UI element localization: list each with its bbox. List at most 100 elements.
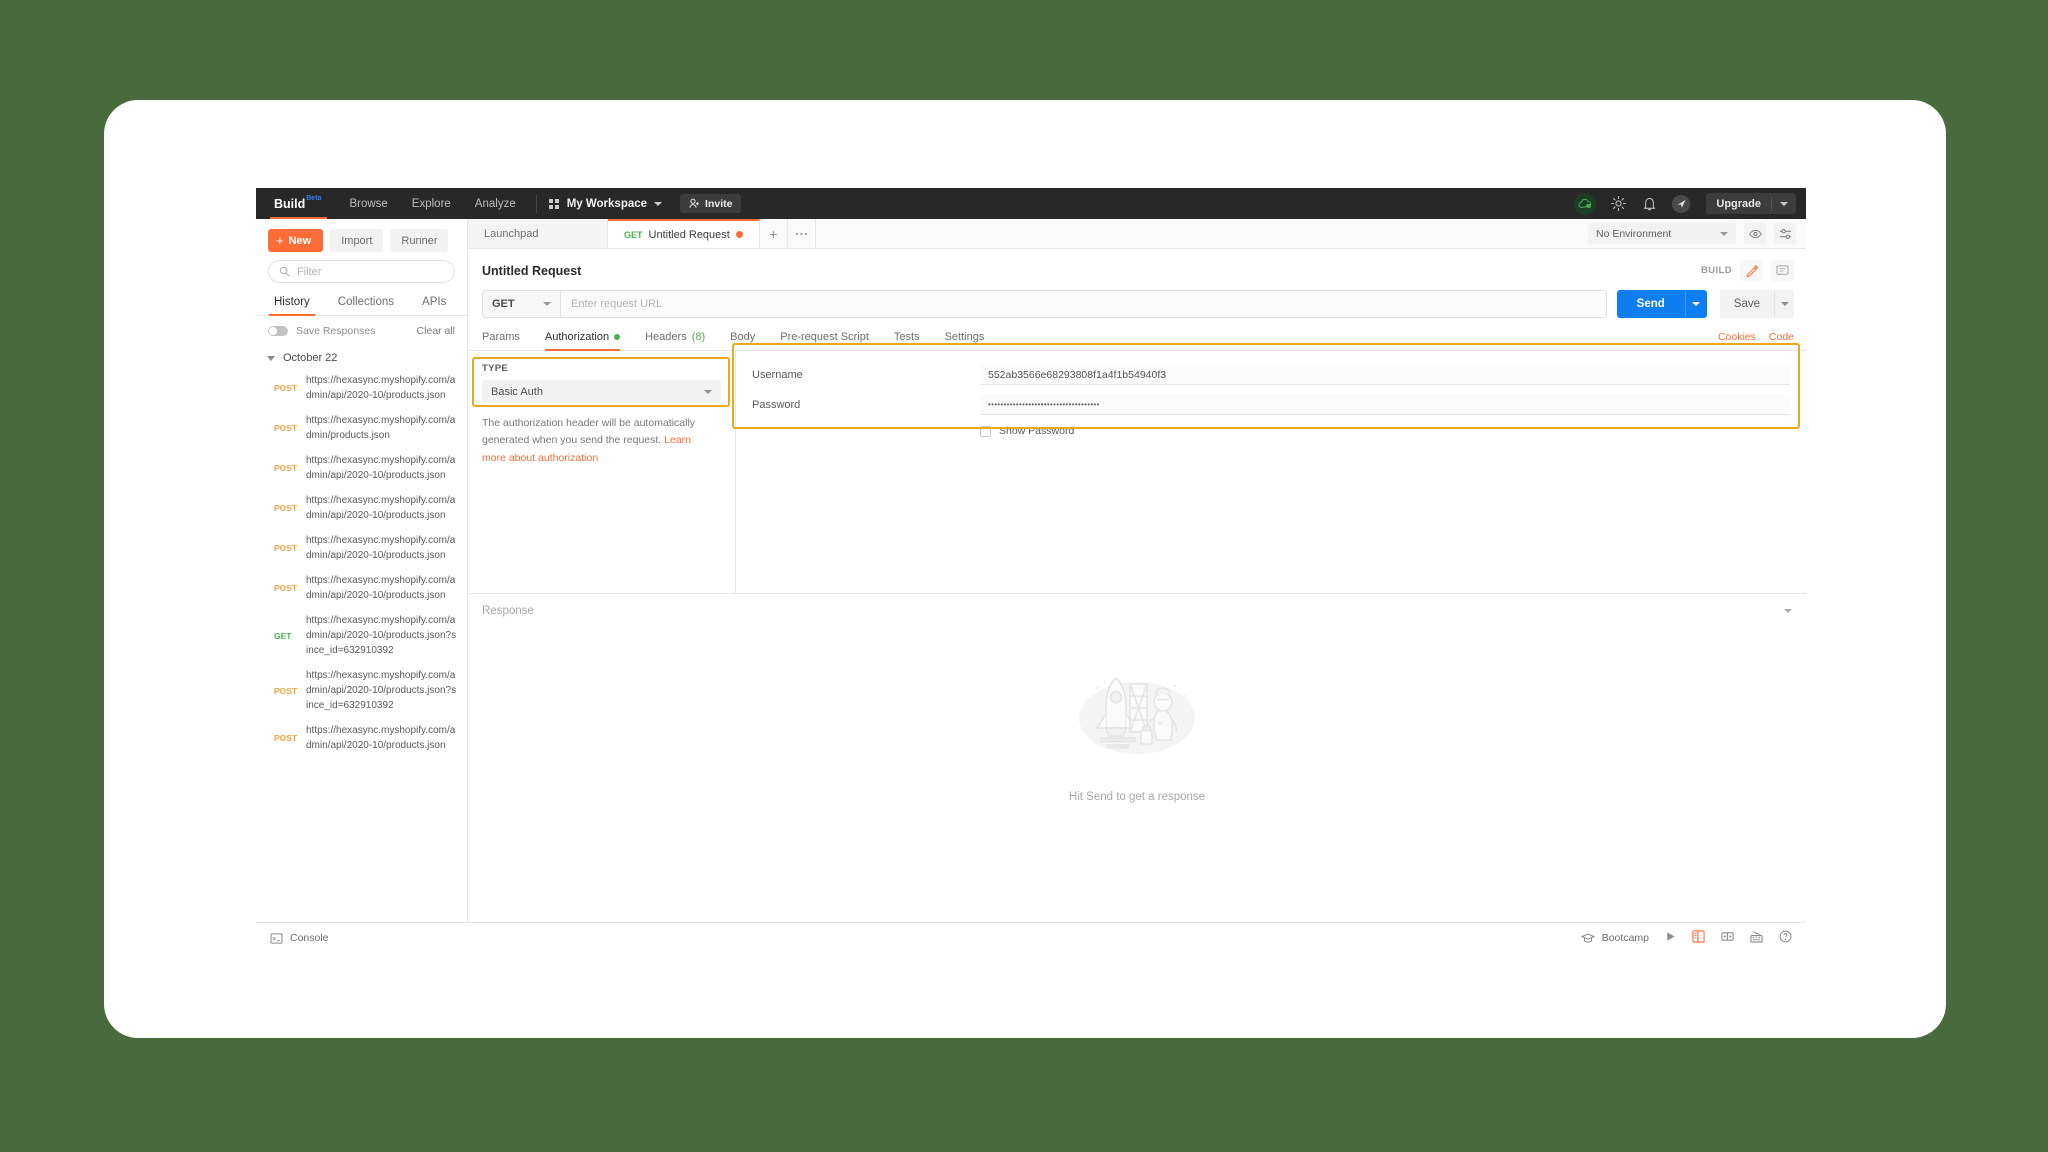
avatar[interactable] xyxy=(1672,194,1691,213)
list-item[interactable]: POST https://hexasync.myshopify.com/admi… xyxy=(256,528,467,568)
list-item[interactable]: POST https://hexasync.myshopify.com/admi… xyxy=(256,408,467,448)
tab-pre-request-script-label: Pre-request Script xyxy=(780,331,869,343)
upgrade-label: Upgrade xyxy=(1716,197,1761,210)
plus-icon: + xyxy=(276,233,284,248)
status-bar-right-group: Bootcamp xyxy=(1580,930,1792,946)
history-method: POST xyxy=(274,503,298,513)
password-field[interactable]: •••••••••••••••••••••••••••••••••••• xyxy=(980,395,1790,415)
save-responses-toggle[interactable] xyxy=(268,326,288,336)
cloud-sync-icon[interactable] xyxy=(1574,192,1597,215)
history-method: POST xyxy=(274,383,298,393)
invite-label: Invite xyxy=(705,197,733,210)
bell-icon[interactable] xyxy=(1641,195,1658,212)
tab-headers-count: (8) xyxy=(691,331,706,343)
console-button[interactable]: Console xyxy=(270,932,329,944)
help-icon xyxy=(1779,930,1792,943)
build-label: BUILD xyxy=(1700,265,1732,276)
new-label: New xyxy=(288,234,312,247)
help-button[interactable] xyxy=(1779,930,1792,946)
username-field[interactable]: 552ab3566e68293808f1a4f1b54940f3 xyxy=(980,365,1790,385)
request-url-input[interactable]: Enter request URL xyxy=(560,290,1607,318)
filter-placeholder: Filter xyxy=(297,265,322,278)
run-icon xyxy=(1667,932,1675,941)
two-pane-layout-button[interactable] xyxy=(1692,930,1705,946)
edit-request-button[interactable] xyxy=(1740,260,1763,281)
pencil-icon xyxy=(1746,264,1758,277)
code-link[interactable]: Code xyxy=(1769,331,1794,343)
list-item[interactable]: POST https://hexasync.myshopify.com/admi… xyxy=(256,663,467,718)
tab-params-label: Params xyxy=(482,331,520,343)
runner-button[interactable]: Runner xyxy=(390,229,449,252)
tab-body[interactable]: Body xyxy=(730,331,755,350)
send-options-button[interactable] xyxy=(1684,290,1707,318)
history-date-group[interactable]: October 22 xyxy=(256,346,467,368)
save-responses-label: Save Responses xyxy=(296,325,376,337)
graduation-cap-icon xyxy=(1580,933,1595,943)
tab-pre-request-script[interactable]: Pre-request Script xyxy=(780,331,869,350)
environment-quick-look-button[interactable] xyxy=(1744,223,1766,244)
send-button[interactable]: Send xyxy=(1616,290,1685,318)
upgrade-button[interactable]: Upgrade xyxy=(1706,193,1796,214)
history-method: POST xyxy=(274,543,298,553)
chevron-down-icon[interactable] xyxy=(1780,201,1788,206)
save-responses-row: Save Responses Clear all xyxy=(256,316,467,346)
run-button[interactable] xyxy=(1665,931,1676,945)
new-button[interactable]: + New xyxy=(268,229,324,252)
list-item[interactable]: POST https://hexasync.myshopify.com/admi… xyxy=(256,718,467,758)
chevron-down-icon xyxy=(704,389,712,394)
nav-item-browse[interactable]: Browse xyxy=(337,188,399,219)
list-item[interactable]: POST https://hexasync.myshopify.com/admi… xyxy=(256,448,467,488)
workspace-selector[interactable]: My Workspace xyxy=(545,198,668,210)
side-by-side-layout-button[interactable] xyxy=(1721,930,1734,946)
tab-launchpad[interactable]: Launchpad xyxy=(468,219,608,248)
import-button[interactable]: Import xyxy=(330,229,384,252)
nav-item-analyze[interactable]: Analyze xyxy=(463,188,528,219)
environment-settings-button[interactable] xyxy=(1774,223,1796,244)
nav-item-build[interactable]: Build Beta xyxy=(256,188,337,219)
send-button-group: Send xyxy=(1616,290,1707,318)
cookies-link[interactable]: Cookies xyxy=(1718,331,1756,343)
sidebar-tab-collections[interactable]: Collections xyxy=(338,296,394,315)
tab-method-badge: GET xyxy=(624,229,643,240)
tab-options-button[interactable] xyxy=(788,219,816,248)
tab-tests[interactable]: Tests xyxy=(894,331,920,350)
highlight-box-credentials xyxy=(732,343,1800,429)
bootcamp-button[interactable]: Bootcamp xyxy=(1580,932,1649,944)
top-navbar: Build Beta Browse Explore Analyze My Wor… xyxy=(256,188,1806,219)
workspace-label: My Workspace xyxy=(566,197,648,210)
sidebar-tab-history[interactable]: History xyxy=(269,296,315,316)
list-item[interactable]: POST https://hexasync.myshopify.com/admi… xyxy=(256,368,467,408)
nav-item-explore[interactable]: Explore xyxy=(400,188,463,219)
send-label: Send xyxy=(1636,298,1665,310)
tab-headers[interactable]: Headers (8) xyxy=(645,331,705,350)
environment-selector[interactable]: No Environment xyxy=(1588,223,1736,244)
history-list[interactable]: POST https://hexasync.myshopify.com/admi… xyxy=(256,368,467,922)
clear-all-button[interactable]: Clear all xyxy=(416,325,455,337)
person-add-icon xyxy=(689,198,699,208)
tab-authorization[interactable]: Authorization xyxy=(544,331,621,351)
auth-type-selector[interactable]: Basic Auth xyxy=(482,380,721,403)
tab-settings[interactable]: Settings xyxy=(945,331,985,350)
filter-input[interactable]: Filter xyxy=(268,260,455,283)
save-button[interactable]: Save xyxy=(1719,290,1774,318)
save-options-button[interactable] xyxy=(1774,290,1794,318)
keyboard-shortcuts-button[interactable] xyxy=(1750,930,1763,946)
http-method-selector[interactable]: GET xyxy=(482,290,560,318)
rocket-astronaut-illustration xyxy=(1078,676,1195,754)
list-item[interactable]: GET https://hexasync.myshopify.com/admin… xyxy=(256,608,467,663)
list-item[interactable]: POST https://hexasync.myshopify.com/admi… xyxy=(256,568,467,608)
response-collapse-button[interactable] xyxy=(1784,609,1792,613)
invite-button[interactable]: Invite xyxy=(680,194,742,213)
chevron-down-icon xyxy=(1720,231,1728,236)
tab-untitled-request[interactable]: GET Untitled Request xyxy=(608,219,760,248)
list-item[interactable]: POST https://hexasync.myshopify.com/admi… xyxy=(256,488,467,528)
new-tab-button[interactable]: + xyxy=(760,219,788,248)
main-panel: Launchpad GET Untitled Request + No Envi… xyxy=(468,219,1806,922)
show-password-checkbox[interactable] xyxy=(980,425,991,437)
sidebar-tab-apis[interactable]: APIs xyxy=(422,296,446,315)
http-method-label: GET xyxy=(492,298,515,310)
gear-icon[interactable] xyxy=(1610,195,1627,212)
tab-params[interactable]: Params xyxy=(482,331,520,350)
comments-button[interactable] xyxy=(1771,260,1794,281)
history-url: https://hexasync.myshopify.com/admin/api… xyxy=(306,535,456,561)
